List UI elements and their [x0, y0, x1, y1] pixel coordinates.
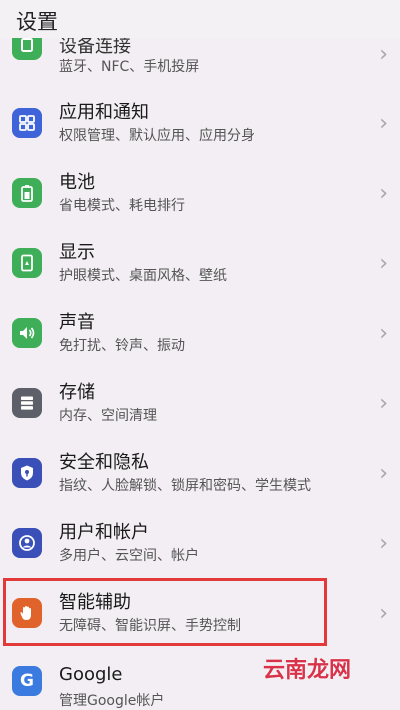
chevron-right-icon: ›: [379, 111, 388, 136]
settings-item-sound[interactable]: 声音 免打扰、铃声、振动 ›: [0, 298, 400, 369]
settings-item-smart-assist[interactable]: 智能辅助 无障碍、智能识屏、手势控制 ›: [0, 578, 400, 649]
item-subtitle: 内存、空间清理: [59, 408, 157, 424]
item-title: 用户和帐户: [59, 522, 149, 543]
chevron-right-icon: ›: [379, 251, 388, 276]
chevron-right-icon: ›: [379, 181, 388, 206]
item-title: 声音: [59, 312, 95, 333]
item-subtitle: 权限管理、默认应用、应用分身: [59, 128, 255, 144]
watermark-logo: 云南龙网: [263, 658, 352, 683]
chevron-right-icon: ›: [379, 601, 388, 626]
settings-item-security[interactable]: 安全和隐私 指纹、人脸解锁、锁屏和密码、学生模式 ›: [0, 438, 400, 509]
shield-icon: [12, 458, 42, 488]
page-title-text: 设置: [16, 10, 58, 34]
chevron-right-icon: ›: [379, 461, 388, 486]
display-icon: [12, 248, 42, 278]
battery-icon: [12, 178, 42, 208]
item-subtitle: 省电模式、耗电排行: [59, 198, 185, 214]
settings-item-battery[interactable]: 电池 省电模式、耗电排行 ›: [0, 158, 400, 229]
item-title: 安全和隐私: [59, 452, 149, 473]
hand-icon: [12, 598, 42, 628]
sound-icon: [12, 318, 42, 348]
apps-icon: [12, 108, 42, 138]
header-overlay: 设置: [0, 0, 400, 38]
storage-icon: [12, 388, 42, 418]
item-subtitle: 免打扰、铃声、振动: [59, 338, 185, 354]
settings-item-display[interactable]: 显示 护眼模式、桌面风格、壁纸 ›: [0, 228, 400, 299]
item-title: 智能辅助: [59, 592, 131, 613]
item-subtitle: 管理Google帐户: [59, 693, 165, 709]
item-subtitle: 蓝牙、NFC、手机投屏: [59, 59, 200, 75]
item-subtitle: 指纹、人脸解锁、锁屏和密码、学生模式: [59, 478, 311, 494]
settings-item-storage[interactable]: 存储 内存、空间清理 ›: [0, 368, 400, 439]
item-subtitle: 无障碍、智能识屏、手势控制: [59, 618, 241, 634]
item-title: 存储: [59, 382, 95, 403]
chevron-right-icon: ›: [379, 531, 388, 556]
settings-item-users[interactable]: 用户和帐户 多用户、云空间、帐户 ›: [0, 508, 400, 579]
item-title: Google: [59, 664, 123, 685]
google-icon: G: [12, 666, 42, 696]
item-title: 应用和通知: [59, 102, 149, 123]
item-title: 电池: [59, 172, 95, 193]
user-icon: [12, 528, 42, 558]
chevron-right-icon: ›: [379, 321, 388, 346]
item-subtitle: 护眼模式、桌面风格、壁纸: [59, 268, 227, 284]
item-title: 显示: [59, 242, 95, 263]
chevron-right-icon: ›: [379, 42, 388, 67]
settings-item-apps[interactable]: 应用和通知 权限管理、默认应用、应用分身 ›: [0, 88, 400, 159]
item-subtitle: 多用户、云空间、帐户: [59, 548, 199, 564]
chevron-right-icon: ›: [379, 391, 388, 416]
